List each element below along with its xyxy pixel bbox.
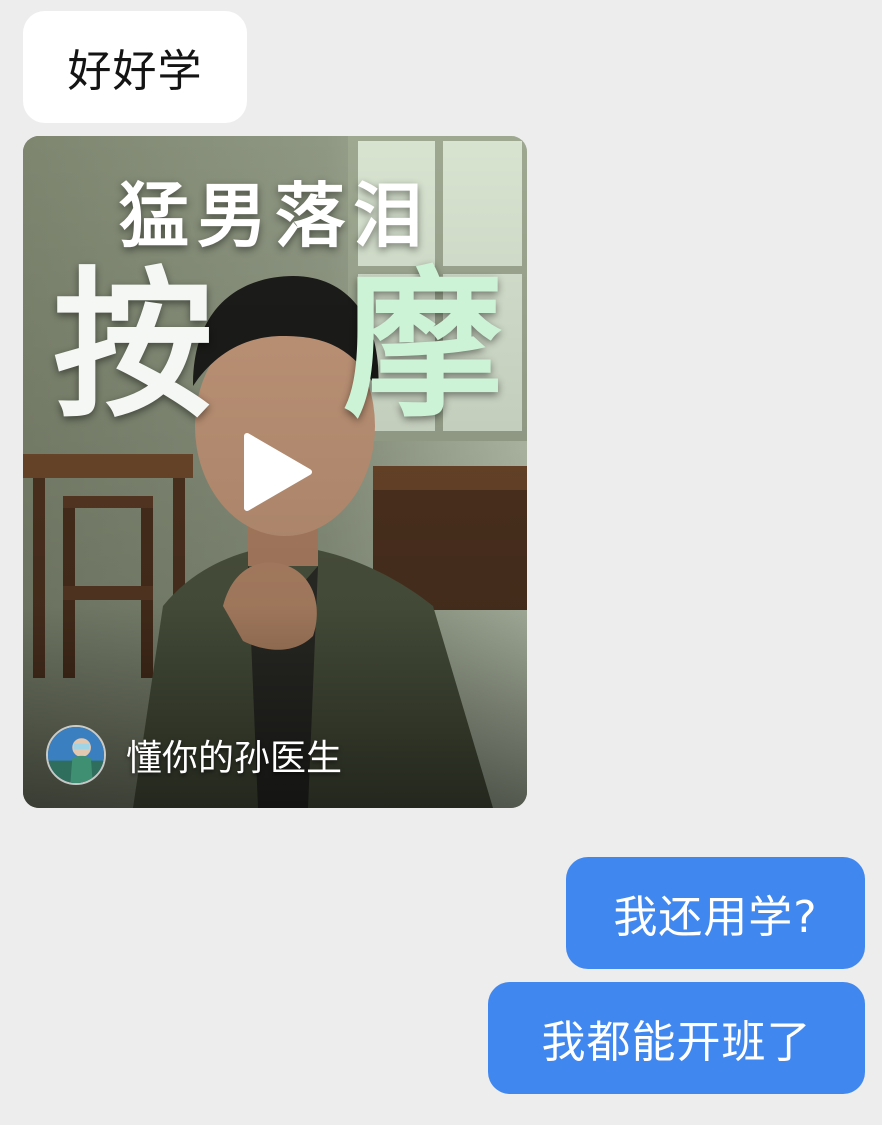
message-text: 我还用学? [613,892,818,943]
message-text: 好好学 [67,46,203,97]
message-bubble-incoming[interactable]: 好好学 [23,11,247,123]
video-author-name: 懂你的孙医生 [126,738,343,779]
video-title-big: 按 摩 [23,256,527,436]
message-bubble-outgoing[interactable]: 我还用学? [566,857,865,969]
message-bubble-outgoing[interactable]: 我都能开班了 [488,982,865,1094]
message-text: 我都能开班了 [541,1017,812,1068]
video-title-top: 猛男落泪 [119,175,431,257]
video-title-char-2: 摩 [343,252,504,439]
play-icon[interactable] [239,432,313,512]
avatar [46,725,106,785]
video-message-card[interactable]: 猛男落泪 按 摩 懂你的孙医生 [23,136,527,808]
video-title-char-1: 按 [53,252,214,439]
video-author-row: 懂你的孙医生 [46,724,342,786]
